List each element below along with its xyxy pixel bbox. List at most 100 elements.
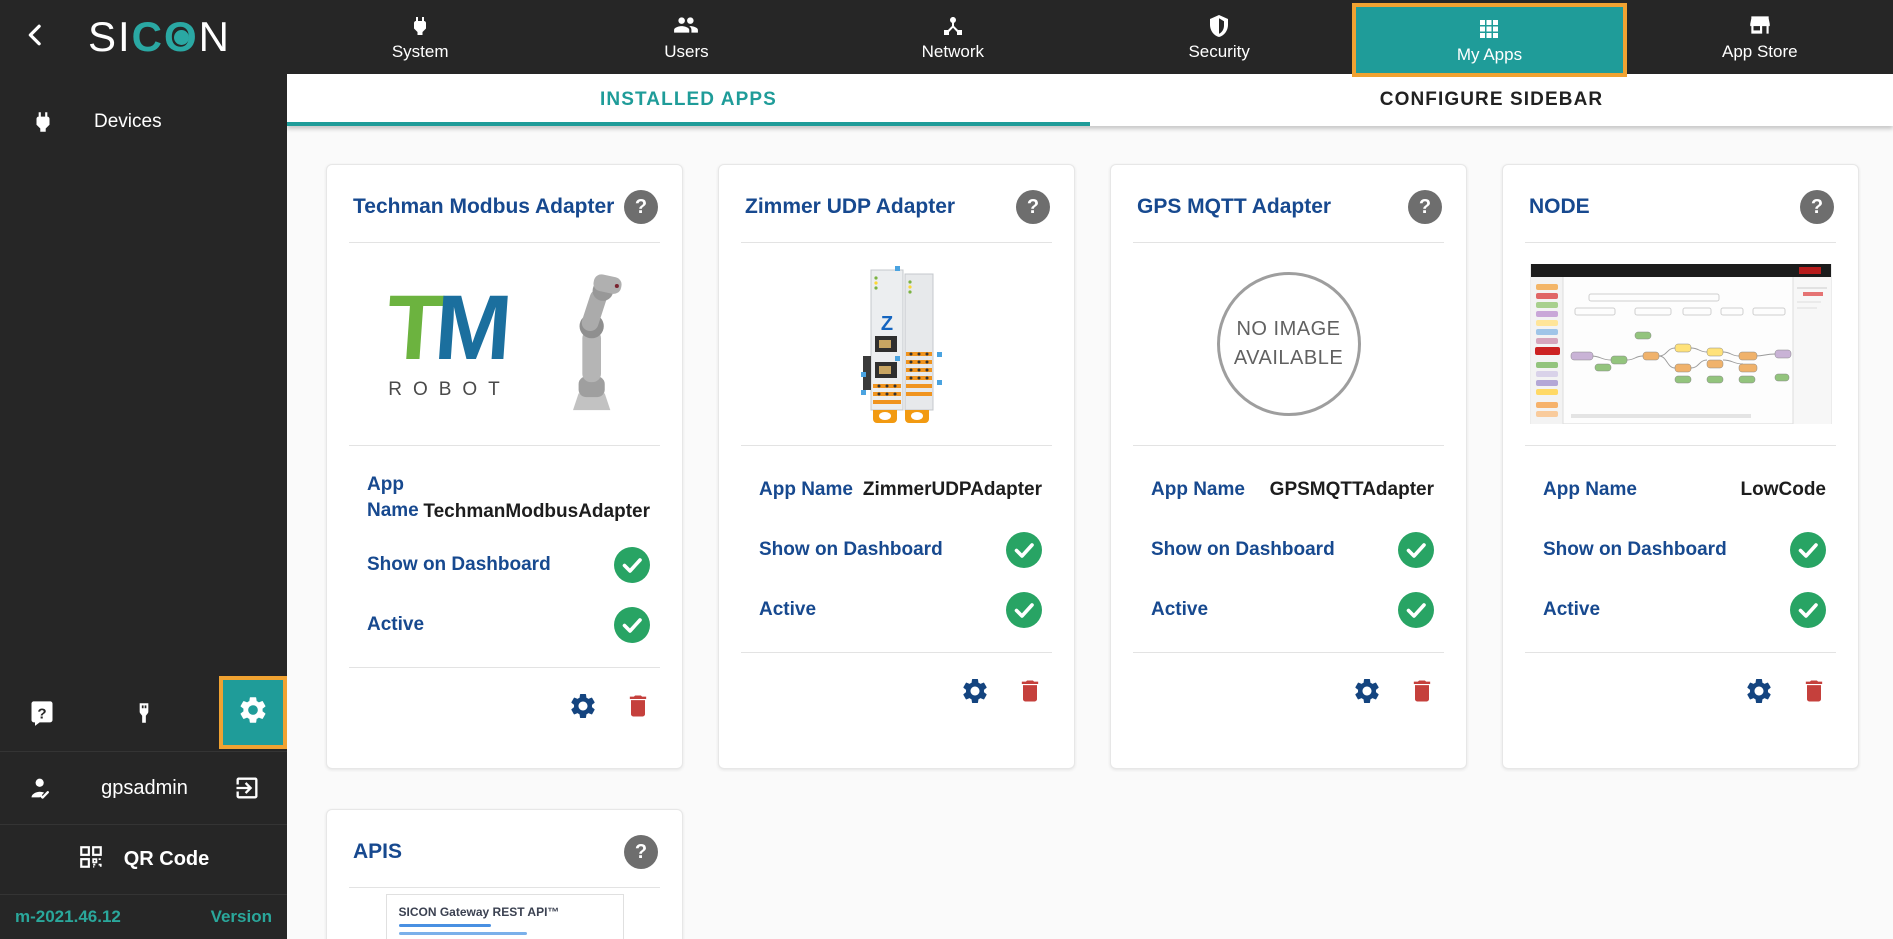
rest-api-doc-title: SICON Gateway REST API™ bbox=[398, 905, 560, 919]
settings-gear-icon[interactable] bbox=[568, 691, 598, 721]
show-on-dashboard-label: Show on Dashboard bbox=[759, 539, 943, 561]
app-name-value: LowCode bbox=[1740, 479, 1827, 500]
trash-icon[interactable] bbox=[624, 692, 652, 720]
app-name-value: ZimmerUDPAdapter bbox=[862, 479, 1042, 500]
top-navigation: System Users Network Security My Apps Ap… bbox=[287, 0, 1893, 77]
rest-api-doc-preview: SICON Gateway REST API™ bbox=[385, 894, 624, 939]
tm-logo-robot: ROBOT bbox=[388, 379, 511, 401]
svg-text:?: ? bbox=[37, 705, 46, 722]
tm-logo-t: T bbox=[383, 276, 439, 379]
no-image-placeholder: NO IMAGE AVAILABLE bbox=[1216, 272, 1361, 416]
active-label: Active bbox=[367, 614, 425, 636]
check-icon[interactable] bbox=[1398, 532, 1434, 568]
app-name-label: App Name bbox=[1543, 479, 1637, 501]
users-icon bbox=[673, 12, 699, 38]
trash-icon[interactable] bbox=[1016, 677, 1044, 705]
qr-label: QR Code bbox=[123, 848, 210, 870]
nav-label: App Store bbox=[1722, 42, 1798, 61]
sidebar-tools: ? bbox=[0, 675, 287, 751]
help-bubble-icon[interactable]: ? bbox=[28, 699, 56, 727]
check-icon[interactable] bbox=[614, 547, 650, 584]
check-icon[interactable] bbox=[1790, 592, 1826, 628]
help-icon[interactable]: ? bbox=[1016, 190, 1050, 224]
gear-icon bbox=[237, 694, 269, 731]
sidebar-settings-button[interactable] bbox=[219, 676, 287, 749]
nav-item-network[interactable]: Network bbox=[820, 0, 1086, 74]
plug-icon bbox=[30, 109, 56, 135]
help-icon[interactable]: ? bbox=[624, 835, 658, 869]
tab-bar: INSTALLED APPS CONFIGURE SIDEBAR bbox=[287, 74, 1893, 126]
nav-item-my-apps[interactable]: My Apps bbox=[1352, 3, 1627, 77]
sidebar-qr-row[interactable]: QR Code bbox=[0, 825, 287, 895]
help-icon[interactable]: ? bbox=[1800, 190, 1834, 224]
nav-label: Security bbox=[1188, 42, 1250, 61]
sidebar-version-row: m-2021.46.12 Version bbox=[0, 895, 287, 939]
sidebar-item-devices[interactable]: Devices bbox=[0, 94, 287, 150]
active-label: Active bbox=[759, 599, 817, 621]
nav-item-system[interactable]: System bbox=[287, 0, 553, 74]
check-icon[interactable] bbox=[1790, 532, 1826, 568]
logo-link-dot bbox=[174, 30, 189, 45]
logo-letter: N bbox=[198, 13, 232, 60]
logo-letter: S bbox=[87, 13, 118, 60]
tab-installed-apps[interactable]: INSTALLED APPS bbox=[287, 74, 1090, 126]
nav-item-app-store[interactable]: App Store bbox=[1627, 0, 1893, 74]
help-icon[interactable]: ? bbox=[1408, 190, 1442, 224]
check-icon[interactable] bbox=[1006, 532, 1042, 568]
nav-label: Network bbox=[921, 42, 984, 61]
card-title: APIS bbox=[353, 840, 403, 863]
doc-link-line bbox=[398, 932, 527, 935]
app-name-label: App Name bbox=[1151, 479, 1245, 501]
svg-text:Z: Z bbox=[880, 313, 892, 335]
robot-arm-image bbox=[545, 267, 629, 422]
settings-gear-icon[interactable] bbox=[960, 676, 990, 706]
check-icon[interactable] bbox=[614, 607, 650, 644]
logout-icon[interactable] bbox=[233, 774, 261, 802]
tm-logo-m: M bbox=[431, 276, 508, 379]
app-name-label: App Name bbox=[759, 479, 853, 501]
apps-grid-icon bbox=[1477, 15, 1501, 41]
card-title: Techman Modbus Adapter bbox=[353, 195, 615, 218]
qr-code-icon bbox=[78, 844, 104, 875]
shield-icon bbox=[1207, 12, 1231, 38]
app-image-apis-doc: SICON Gateway REST API™ bbox=[327, 888, 682, 939]
logo-letter: C bbox=[131, 13, 164, 60]
installed-apps-grid: Techman Modbus Adapter ? TM ROBOT App Na… bbox=[287, 126, 1893, 939]
trash-icon[interactable] bbox=[1408, 677, 1436, 705]
active-label: Active bbox=[1543, 599, 1601, 621]
check-icon[interactable] bbox=[1398, 592, 1434, 628]
settings-gear-icon[interactable] bbox=[1352, 676, 1382, 706]
tab-label: INSTALLED APPS bbox=[600, 89, 777, 110]
check-icon[interactable] bbox=[1006, 592, 1042, 628]
app-card-apis: APIS ? SICON Gateway REST API™ bbox=[326, 809, 683, 939]
card-title: NODE bbox=[1529, 195, 1590, 218]
app-card-zimmer: Zimmer UDP Adapter ? Z App Name ZimmerUD… bbox=[718, 164, 1075, 769]
plug-icon bbox=[408, 12, 432, 38]
storefront-icon bbox=[1747, 12, 1773, 38]
trash-icon[interactable] bbox=[1800, 677, 1828, 705]
settings-gear-icon[interactable] bbox=[1744, 676, 1774, 706]
app-image-no-image: NO IMAGE AVAILABLE bbox=[1111, 243, 1466, 445]
nav-label: Users bbox=[664, 42, 709, 61]
app-name-label: App Name bbox=[367, 474, 419, 521]
version-value: m-2021.46.12 bbox=[15, 907, 121, 926]
nav-label: My Apps bbox=[1456, 45, 1523, 64]
nav-item-users[interactable]: Users bbox=[553, 0, 819, 74]
sidebar-item-label: Devices bbox=[94, 111, 162, 132]
usb-icon[interactable] bbox=[131, 700, 159, 726]
help-icon[interactable]: ? bbox=[624, 190, 658, 224]
no-image-line2: AVAILABLE bbox=[1233, 347, 1344, 369]
back-button[interactable] bbox=[16, 17, 56, 57]
nav-label: System bbox=[391, 42, 449, 61]
tab-configure-sidebar[interactable]: CONFIGURE SIDEBAR bbox=[1090, 74, 1893, 126]
app-card-node: NODE ? App Name LowCode Show on Dashboar… bbox=[1502, 164, 1859, 769]
app-image-node-red-screenshot bbox=[1503, 243, 1858, 445]
version-label: Version bbox=[210, 907, 272, 926]
network-hub-icon bbox=[941, 12, 965, 38]
nav-item-security[interactable]: Security bbox=[1086, 0, 1352, 74]
card-title: GPS MQTT Adapter bbox=[1137, 195, 1332, 218]
chevron-left-icon bbox=[21, 20, 51, 55]
app-name-value: GPSMQTTAdapter bbox=[1269, 479, 1434, 500]
doc-link-line bbox=[398, 924, 491, 927]
active-label: Active bbox=[1151, 599, 1209, 621]
